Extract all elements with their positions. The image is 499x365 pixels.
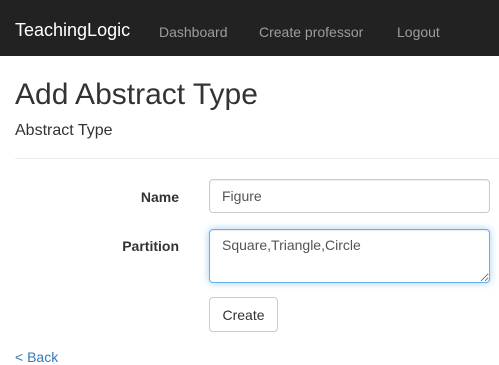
name-label: Name [140, 189, 179, 205]
nav-link-dashboard[interactable]: Dashboard [159, 23, 228, 41]
divider [15, 158, 499, 159]
name-input[interactable] [209, 179, 490, 213]
navbar: TeachingLogic Dashboard Create professor… [0, 0, 499, 56]
partition-label: Partition [122, 238, 179, 254]
page-title: Add Abstract Type [15, 78, 258, 111]
page-subtitle: Abstract Type [15, 122, 113, 139]
brand-link[interactable]: TeachingLogic [15, 19, 130, 41]
back-link[interactable]: < Back [15, 349, 58, 365]
create-button[interactable]: Create [209, 297, 278, 332]
partition-textarea[interactable]: Square,Triangle,Circle [209, 229, 490, 283]
nav-link-create-professor[interactable]: Create professor [259, 23, 363, 41]
nav-link-logout[interactable]: Logout [397, 23, 440, 41]
